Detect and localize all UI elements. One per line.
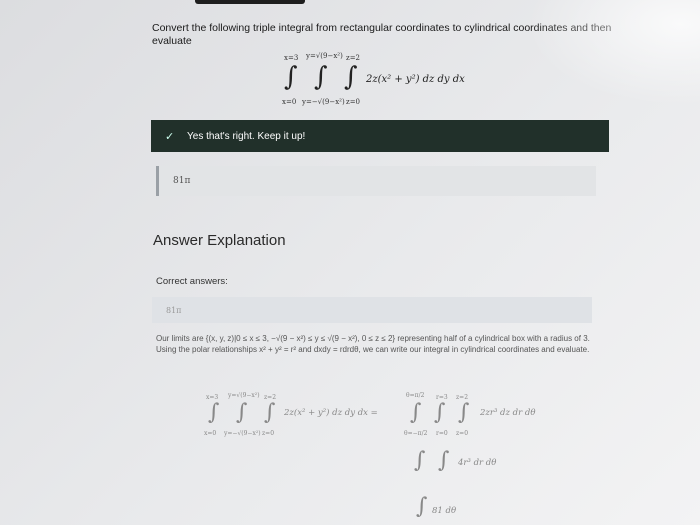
work-r-lower: r=0 [436,430,448,437]
work-theta-upper: θ=π/2 [406,392,425,399]
work-int-4: ∫ [410,400,422,425]
integral-sign-x: ∫ [284,62,298,92]
work-line1-left: 2z(x² + y²) dz dy dx = [284,408,378,418]
work-z-lower: z=0 [262,430,275,437]
work-y-lower: y=−√(9−x²) [224,430,261,437]
integral-sign-z: ∫ [344,62,358,92]
work-int-3: ∫ [264,400,276,425]
work-int-5: ∫ [434,400,446,425]
work-int-6: ∫ [458,400,470,425]
answer-field[interactable]: 81π [156,166,596,196]
work-int-1: ∫ [208,400,220,425]
work-x-lower: x=0 [204,430,217,437]
x-lower-limit: x=0 [282,98,297,106]
x-upper-limit: x=3 [284,54,299,62]
screen-glare [500,0,700,120]
check-icon: ✓ [165,130,175,143]
question-tab[interactable] [195,0,305,4]
work-line2: 4r³ dr dθ [458,458,497,468]
feedback-message: Yes that's right. Keep it up! [187,130,306,142]
work-int-7: ∫ [414,448,426,473]
work-int-9: ∫ [416,494,428,519]
y-lower-limit: y=−√(9−x²) [302,98,345,106]
work-z-lower-r: z=0 [456,430,469,437]
integrand: 2z(x² + y²) dz dy dx [366,74,465,85]
question-prompt: Convert the following triple integral fr… [152,22,612,47]
y-upper-limit: y=√(9−x²) [306,52,343,60]
z-upper-limit: z=2 [346,54,361,62]
feedback-banner: ✓ Yes that's right. Keep it up! [151,120,609,152]
work-line3: 81 dθ [432,506,457,516]
work-line1-right: 2zr³ dz dr dθ [480,408,536,418]
work-int-8: ∫ [438,448,450,473]
correct-answers-label: Correct answers: [156,276,228,287]
solution-work: x=3 y=√(9−x²) z=2 ∫ ∫ ∫ x=0 y=−√(9−x²) z… [200,390,620,525]
screen: Convert the following triple integral fr… [0,0,700,525]
integral-sign-y: ∫ [314,62,328,92]
work-theta-lower: θ=−π/2 [404,430,428,437]
explanation-heading: Answer Explanation [153,232,286,249]
z-lower-limit: z=0 [346,98,361,106]
work-int-2: ∫ [236,400,248,425]
work-y-upper: y=√(9−x²) [228,392,260,399]
correct-answer-box: 81π [152,297,592,323]
question-integral: x=3 y=√(9−x²) z=2 ∫ ∫ ∫ x=0 y=−√(9−x²) z… [270,52,510,110]
explanation-text: Our limits are {(x, y, z)|0 ≤ x ≤ 3, −√(… [156,334,590,354]
